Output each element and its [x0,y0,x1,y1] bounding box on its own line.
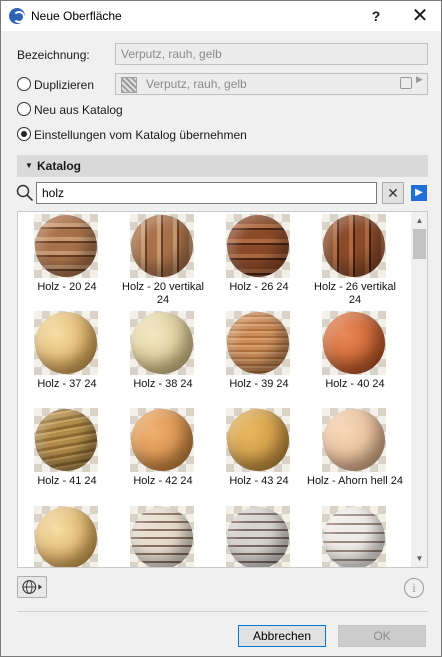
scroll-down-icon[interactable]: ▼ [411,550,427,567]
material-preview-sphere [323,409,385,471]
cancel-button[interactable]: Abbrechen [238,625,326,647]
material-preview-sphere [35,312,97,374]
catalog-title: Katalog [37,159,82,173]
new-from-catalog-radio[interactable] [17,102,31,116]
catalog-item-label: Holz - 41 24 [37,475,97,487]
catalog-item[interactable] [307,504,403,567]
duplicate-radio[interactable] [17,77,31,91]
new-from-catalog-label: Neu aus Katalog [34,103,123,117]
catalog-item[interactable]: Holz - 41 24 [19,406,115,502]
catalog-item-label: Holz - Ahorn hell 24 [307,475,403,487]
material-preview-sphere [131,215,193,277]
catalog-item-label: Holz - 37 24 [37,378,97,390]
apply-catalog-label: Einstellungen vom Katalog übernehmen [34,128,247,142]
texture-swatch-icon [121,77,137,93]
search-icon [16,184,34,202]
clear-search-button[interactable]: ✕ [382,182,404,204]
catalog-item[interactable]: Holz - 26 24 [211,212,307,308]
catalog-item[interactable]: Holz - 37 24 [19,309,115,405]
name-field[interactable]: Verputz, rauh, gelb [115,43,428,65]
title-bar[interactable]: Neue Oberfläche ? ✕ [1,1,441,31]
collapse-triangle-icon: ▼ [25,161,33,170]
material-preview-sphere [227,409,289,471]
catalog-item[interactable]: Holz - 42 24 [115,406,211,502]
help-button[interactable]: ? [361,1,391,31]
footer-divider [17,611,428,612]
material-preview-sphere [131,409,193,471]
catalog-item[interactable]: Holz - 40 24 [307,309,403,405]
catalog-item[interactable]: Holz - 39 24 [211,309,307,405]
material-preview-sphere [35,409,97,471]
material-preview-sphere [227,215,289,277]
catalog-item-label: Holz - 38 24 [133,378,193,390]
catalog-item-label: Holz - 26 vertikal 24 [314,281,396,306]
material-preview-sphere [323,215,385,277]
material-preview-sphere [323,312,385,374]
catalog-item[interactable]: Holz - Ahorn hell 24 [307,406,403,502]
window-title: Neue Oberfläche [31,9,122,23]
catalog-item-label: Holz - 40 24 [325,378,385,390]
scroll-up-icon[interactable]: ▲ [411,212,427,229]
catalog-section-header[interactable]: ▼ Katalog [17,155,428,177]
catalog-item[interactable] [115,504,211,567]
catalog-item-label: Holz - 39 24 [229,378,289,390]
dropdown-arrow-icon: ▶ [416,74,423,84]
name-label: Bezeichnung: [17,48,90,62]
apply-catalog-radio[interactable] [17,127,31,141]
globe-icon [22,580,42,594]
info-icon[interactable]: i [404,578,424,598]
close-button[interactable]: ✕ [403,1,437,31]
duplicate-label: Duplizieren [34,78,95,92]
catalog-item-label: Holz - 42 24 [133,475,193,487]
scroll-thumb[interactable] [413,229,426,259]
material-preview-sphere [35,507,97,567]
material-preview-sphere [131,507,193,567]
catalog-item[interactable] [19,504,115,567]
ok-button[interactable]: OK [338,625,426,647]
catalog-item[interactable]: Holz - 43 24 [211,406,307,502]
catalog-item[interactable]: Holz - 26 vertikal 24 [307,212,403,308]
material-preview-sphere [227,507,289,567]
globe-button[interactable] [17,576,47,598]
material-preview-sphere [35,215,97,277]
catalog-item[interactable] [211,504,307,567]
catalog-item-label: Holz - 20 vertikal 24 [122,281,204,306]
search-go-icon[interactable]: ▶ [411,185,427,201]
catalog-search-input[interactable]: holz [36,182,377,204]
catalog-item-label: Holz - 43 24 [229,475,289,487]
app-logo-icon [9,8,25,24]
surface-picker-icon [400,77,412,89]
material-preview-sphere [227,312,289,374]
catalog-grid[interactable]: Holz - Ahorn hell 24 Holz - 43 24 Holz - 4… [17,211,428,568]
catalog-item[interactable]: Holz - 38 24 [115,309,211,405]
catalog-item-label: Holz - 20 24 [37,281,97,293]
material-preview-sphere [323,507,385,567]
catalog-item-label: Holz - 26 24 [229,281,289,293]
material-preview-sphere [131,312,193,374]
dialog-window: Neue Oberfläche ? ✕ Bezeichnung: Verputz… [0,0,442,657]
catalog-item[interactable]: Holz - 20 24 [19,212,115,308]
catalog-scrollbar[interactable]: ▲ ▼ [411,212,427,567]
duplicate-dropdown[interactable]: Verputz, rauh, gelb [115,73,428,95]
catalog-item[interactable]: Holz - 20 vertikal 24 [115,212,211,308]
